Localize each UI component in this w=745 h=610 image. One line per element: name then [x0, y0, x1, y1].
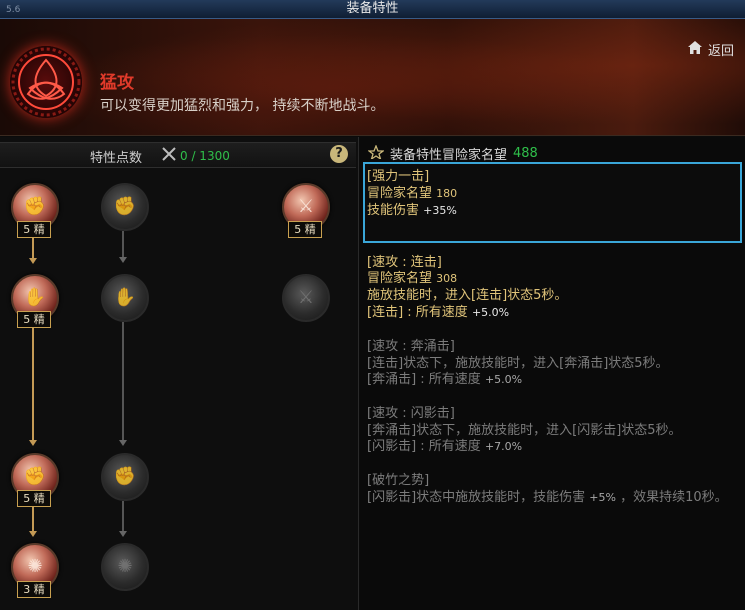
selected-fame-row: 冒险家名望 180 [367, 185, 457, 202]
points-label: 特性点数 [90, 151, 143, 166]
crossed-swords-icon [162, 147, 176, 164]
help-button[interactable]: ? [330, 145, 348, 163]
return-label: 返回 [708, 44, 735, 59]
combo-line1: 施放技能时，进入[连击]状态5秒。 [367, 288, 568, 303]
locked-trait-icon: ✺ [117, 556, 133, 577]
tree-connector [32, 507, 34, 531]
bamboo-line1-value: +5% [589, 491, 616, 504]
rush-line2-value: +5.0% [484, 373, 523, 386]
window-titlebar: 5.6 装备特性 [0, 0, 745, 19]
locked-trait-icon: ✊ [113, 196, 137, 217]
tree-connector [122, 231, 124, 257]
trait-node-locked[interactable]: ✺ [101, 543, 149, 591]
node-level-badge: 5 精 [288, 221, 322, 238]
trait-node-locked[interactable]: ✊ [101, 183, 149, 231]
locked-trait-icon: ✋ [113, 287, 137, 308]
connector-arrow [29, 258, 37, 264]
selected-fame-value: 180 [436, 187, 458, 200]
selected-effect-label: 技能伤害 [367, 203, 420, 218]
fame-header: 装备特性冒险家名望 488 [367, 143, 538, 163]
fame-label: 装备特性冒险家名望 [390, 148, 508, 163]
tree-connector [122, 322, 124, 440]
connector-arrow [29, 440, 37, 446]
selected-effect-value: +35% [423, 204, 457, 217]
points-bar: 特性点数 0 / 1300 ? [0, 142, 356, 168]
trait-node-locked[interactable]: ✊ [101, 453, 149, 501]
trait-title: 猛攻 [100, 73, 134, 93]
connector-arrow [119, 440, 127, 446]
rush-line2-label: [奔涌击] : 所有速度 [367, 372, 481, 387]
combo-trait-name: [速攻 : 连击] [367, 255, 442, 270]
home-icon [688, 41, 702, 58]
rush-trait-name: [速攻 : 奔涌击] [367, 339, 455, 354]
fame-value: 488 [513, 146, 538, 161]
flash-line2: [闪影击] : 所有速度 +7.0% [367, 438, 522, 455]
bamboo-line1-a: [闪影击]状态中施放技能时，技能伤害 [367, 490, 586, 505]
connector-arrow [119, 531, 127, 537]
window-title: 装备特性 [346, 1, 399, 16]
trait-description: 可以变得更加猛烈和强力， 持续不断地战斗。 [100, 98, 385, 114]
combo-line2-value: +5.0% [471, 306, 510, 319]
locked-trait-icon: ✊ [113, 466, 137, 487]
node-level-badge: 3 精 [17, 581, 51, 598]
node-level-badge: 5 精 [17, 221, 51, 238]
locked-trait-icon: ⚔ [297, 287, 315, 308]
bamboo-line1: [闪影击]状态中施放技能时，技能伤害 +5% ，效果持续10秒。 [367, 489, 728, 506]
points-value-wrap: 0 / 1300 [162, 147, 230, 164]
flash-line2-label: [闪影击] : 所有速度 [367, 439, 481, 454]
connector-arrow [29, 531, 37, 537]
node-level-badge: 5 精 [17, 311, 51, 328]
bamboo-trait-name: [破竹之势] [367, 473, 430, 488]
rush-line2: [奔涌击] : 所有速度 +5.0% [367, 371, 522, 388]
trait-node-locked[interactable]: ⚔ [282, 274, 330, 322]
corner-ticks: 5.6 [6, 5, 21, 15]
selected-trait-name: [强力一击] [367, 169, 430, 184]
combo-fame-value: 308 [436, 272, 458, 285]
rush-line1: [连击]状态下，施放技能时，进入[奔涌击]状态5秒。 [367, 356, 669, 371]
combo-fame-row: 冒险家名望 308 [367, 270, 457, 287]
flash-trait-name: [速攻 : 闪影击] [367, 406, 455, 421]
selected-effect-row: 技能伤害 +35% [367, 202, 457, 219]
tree-connector [32, 238, 34, 258]
tree-connector [122, 501, 124, 531]
tree-connector [32, 328, 34, 440]
bamboo-line1-b: ，效果持续10秒。 [620, 490, 728, 505]
trait-node-locked[interactable]: ✋ [101, 274, 149, 322]
triquetra-emblem-icon [10, 46, 82, 118]
flash-line2-value: +7.0% [484, 440, 523, 453]
combo-fame-label: 冒险家名望 [367, 271, 433, 286]
connector-arrow [119, 257, 127, 263]
combo-line2-label: [连击] : 所有速度 [367, 305, 468, 320]
trait-banner: 猛攻 可以变得更加猛烈和强力， 持续不断地战斗。 返回 [0, 19, 745, 136]
selected-fame-label: 冒险家名望 [367, 186, 433, 201]
points-value: 0 / 1300 [180, 148, 230, 163]
fame-icon [367, 143, 385, 163]
flash-line1: [奔涌击]状态下，施放技能时，进入[闪影击]状态5秒。 [367, 423, 682, 438]
combo-line2: [连击] : 所有速度 +5.0% [367, 304, 509, 321]
return-button[interactable]: 返回 [688, 40, 734, 59]
node-level-badge: 5 精 [17, 490, 51, 507]
